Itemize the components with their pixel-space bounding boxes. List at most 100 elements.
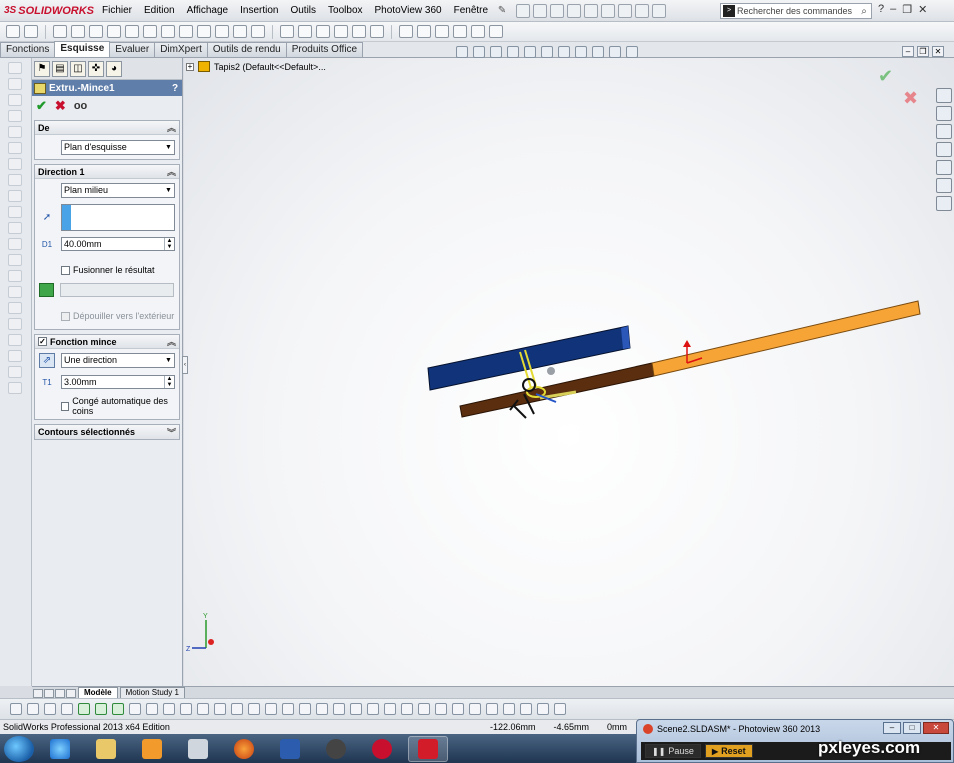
- sweep-cut-icon[interactable]: [8, 158, 22, 170]
- file-properties-icon[interactable]: [635, 3, 650, 18]
- sketch-icon[interactable]: [6, 25, 20, 38]
- depth-input[interactable]: 40.00mm ▲ ▼: [61, 237, 175, 251]
- filter-datum-icon[interactable]: [316, 703, 328, 715]
- pv-close-icon[interactable]: ✕: [923, 722, 949, 734]
- graphics-area[interactable]: Y Z: [184, 58, 954, 686]
- menu-fichier[interactable]: Fichier: [96, 0, 138, 22]
- thickness-input[interactable]: 3.00mm ▲ ▼: [61, 375, 175, 389]
- view-settings-icon[interactable]: [609, 46, 621, 58]
- zoom-to-area-icon[interactable]: [473, 46, 485, 58]
- doc-restore-icon[interactable]: ❐: [917, 46, 929, 57]
- expand-chevron-icon[interactable]: ︾: [167, 426, 176, 439]
- orange-component[interactable]: [651, 300, 921, 377]
- thin-feature-checkbox[interactable]: ✓: [38, 337, 47, 346]
- filter-weld-beads-icon[interactable]: [486, 703, 498, 715]
- revolve-cut-icon[interactable]: [8, 142, 22, 154]
- slot-icon[interactable]: [89, 25, 103, 38]
- spline-icon[interactable]: [161, 25, 175, 38]
- filter-gtol-icon[interactable]: [299, 703, 311, 715]
- wrap-icon[interactable]: [8, 318, 22, 330]
- tab-motion-study[interactable]: Motion Study 1: [119, 687, 185, 698]
- section-view-icon[interactable]: [507, 46, 519, 58]
- first-tab-icon[interactable]: [33, 689, 43, 698]
- file-explorer-icon[interactable]: [936, 142, 952, 157]
- feature-tree-root[interactable]: + Tapis2 (Default<<Default>...: [186, 61, 326, 72]
- select-all-filters-icon[interactable]: [537, 703, 549, 715]
- loft-cut-icon[interactable]: [8, 174, 22, 186]
- point-icon[interactable]: [251, 25, 265, 38]
- filter-blocks-icon[interactable]: [384, 703, 396, 715]
- doc-close-icon[interactable]: ✕: [932, 46, 944, 57]
- solidworks-logo[interactable]: 3S SOLIDWORKS: [0, 0, 96, 22]
- menu-insertion[interactable]: Insertion: [234, 0, 284, 22]
- taskbar-solidworks[interactable]: [408, 735, 448, 762]
- plane-icon[interactable]: [215, 25, 229, 38]
- repair-sketch-icon[interactable]: [417, 25, 431, 38]
- offset-icon[interactable]: [316, 25, 330, 38]
- home-icon[interactable]: [936, 106, 952, 121]
- options-icon[interactable]: [652, 3, 667, 18]
- filter-faces-icon[interactable]: [112, 703, 124, 715]
- tab-esquisse[interactable]: Esquisse: [54, 41, 111, 57]
- pause-button[interactable]: ❚❚ Pause: [645, 744, 701, 758]
- loft-icon[interactable]: [8, 110, 22, 122]
- pv-maximize-icon[interactable]: □: [903, 722, 921, 734]
- start-button[interactable]: [4, 735, 34, 762]
- hide-show-items-icon[interactable]: [558, 46, 570, 58]
- mate-icon[interactable]: [44, 703, 56, 715]
- move-entities-icon[interactable]: [370, 25, 384, 38]
- clear-filters-icon[interactable]: [520, 703, 532, 715]
- tab-fonctions[interactable]: Fonctions: [0, 42, 56, 57]
- print-icon[interactable]: [567, 3, 582, 18]
- display-style-icon[interactable]: [541, 46, 553, 58]
- dome-icon[interactable]: [8, 286, 22, 298]
- thickness-spinner[interactable]: ▲ ▼: [164, 376, 174, 388]
- tab-outils-de-rendu[interactable]: Outils de rendu: [206, 42, 287, 57]
- pin-icon[interactable]: ✎: [494, 5, 510, 16]
- filter-points-icon[interactable]: [180, 703, 192, 715]
- expand-plus-icon[interactable]: +: [186, 62, 194, 71]
- taskbar-webcam[interactable]: [316, 736, 356, 762]
- hole-icon[interactable]: [8, 270, 22, 282]
- filter-cosmetic-weld-icon[interactable]: [503, 703, 515, 715]
- direction-arrow-icon[interactable]: ➚: [39, 209, 55, 225]
- taskbar-word[interactable]: [270, 736, 310, 762]
- filter-center-marks-icon[interactable]: [231, 703, 243, 715]
- solidworks-resources-icon[interactable]: [936, 88, 952, 103]
- search-icon[interactable]: ⌕: [857, 6, 871, 17]
- minimize-icon[interactable]: –: [890, 3, 896, 16]
- reset-button[interactable]: ▶ Reset: [704, 744, 753, 758]
- filter-notes-icon[interactable]: [282, 703, 294, 715]
- doc-minimize-icon[interactable]: –: [902, 46, 914, 57]
- confirm-ok-icon[interactable]: ✔: [878, 66, 893, 87]
- group-thin-header[interactable]: ✓ Fonction mince ︽: [35, 335, 179, 349]
- open-icon[interactable]: [533, 3, 548, 18]
- intersect-icon[interactable]: [8, 334, 22, 346]
- menu-photoview[interactable]: PhotoView 360: [369, 0, 448, 22]
- filter-dowel-icon[interactable]: [418, 703, 430, 715]
- filter-routing-points-icon[interactable]: [452, 703, 464, 715]
- search-input[interactable]: Rechercher des commandes: [737, 6, 852, 16]
- direction-handle-arrow[interactable]: [683, 340, 691, 347]
- dimxpert-manager-tab-icon[interactable]: ✜: [88, 60, 104, 77]
- group-de-header[interactable]: De ︽: [35, 121, 179, 135]
- text-icon[interactable]: [233, 25, 247, 38]
- filter-icon[interactable]: [10, 703, 22, 715]
- extrude-boss-icon[interactable]: [8, 62, 22, 74]
- sweep-icon[interactable]: [8, 94, 22, 106]
- rapid-sketch-icon[interactable]: [453, 25, 467, 38]
- menu-toolbox[interactable]: Toolbox: [322, 0, 368, 22]
- rotate-icon[interactable]: [626, 46, 638, 58]
- undo-icon[interactable]: [584, 3, 599, 18]
- trim-icon[interactable]: [280, 25, 294, 38]
- next-tab-icon[interactable]: [55, 689, 65, 698]
- custom-properties-icon[interactable]: [936, 196, 952, 211]
- tab-produits-office[interactable]: Produits Office: [285, 42, 364, 57]
- collapse-chevron-icon[interactable]: ︽: [167, 165, 176, 178]
- menu-fenetre[interactable]: Fenêtre: [448, 0, 494, 22]
- fillet-feature-icon[interactable]: [8, 190, 22, 202]
- arc-icon[interactable]: [125, 25, 139, 38]
- reference-geometry-icon[interactable]: [8, 366, 22, 378]
- save-icon[interactable]: [550, 3, 565, 18]
- tab-dimxpert[interactable]: DimXpert: [154, 42, 208, 57]
